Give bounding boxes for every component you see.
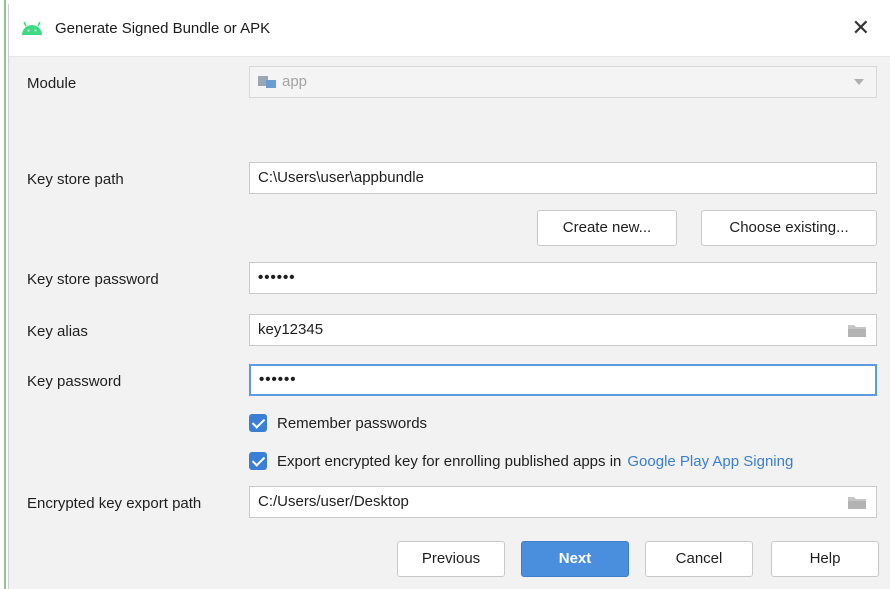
key-store-path-input[interactable]: C:\Users\user\appbundle — [249, 162, 877, 194]
folder-icon[interactable] — [848, 495, 866, 509]
cancel-button[interactable]: Cancel — [645, 541, 753, 577]
choose-existing-button[interactable]: Choose existing... — [701, 210, 877, 246]
next-button[interactable]: Next — [521, 541, 629, 577]
export-path-label: Encrypted key export path — [27, 495, 202, 512]
export-path-input[interactable]: C:/Users/user/Desktop — [249, 486, 877, 518]
dialog-titlebar: Generate Signed Bundle or APK ✕ — [9, 4, 890, 57]
generate-signed-bundle-dialog: Generate Signed Bundle or APK ✕ Module a… — [8, 4, 890, 589]
key-password-value: •••••• — [259, 371, 297, 388]
key-store-path-label: Key store path — [27, 171, 124, 188]
export-encrypted-label: Export encrypted key for enrolling publi… — [277, 453, 622, 470]
key-store-password-value: •••••• — [258, 269, 296, 286]
dialog-title: Generate Signed Bundle or APK — [55, 20, 271, 37]
background-edge — [4, 0, 6, 589]
remember-passwords-checkbox[interactable] — [249, 414, 267, 432]
google-play-app-signing-link[interactable]: Google Play App Signing — [627, 453, 793, 470]
module-value: app — [282, 73, 308, 90]
export-encrypted-row[interactable]: Export encrypted key for enrolling publi… — [249, 452, 793, 470]
chevron-down-icon — [854, 79, 864, 85]
previous-button[interactable]: Previous — [397, 541, 505, 577]
key-password-label: Key password — [27, 373, 122, 390]
key-store-password-label: Key store password — [27, 271, 159, 288]
key-password-input[interactable]: •••••• — [249, 364, 877, 396]
module-label: Module — [27, 75, 77, 92]
remember-passwords-label: Remember passwords — [277, 415, 428, 432]
android-icon — [22, 21, 42, 35]
export-path-value: C:/Users/user/Desktop — [258, 493, 409, 510]
export-encrypted-checkbox[interactable] — [249, 452, 267, 470]
remember-passwords-row[interactable]: Remember passwords — [249, 414, 427, 432]
key-alias-input[interactable]: key12345 — [249, 314, 877, 346]
key-alias-label: Key alias — [27, 323, 88, 340]
close-icon[interactable]: ✕ — [852, 14, 870, 42]
create-new-button[interactable]: Create new... — [537, 210, 677, 246]
key-alias-value: key12345 — [258, 321, 324, 338]
module-icon — [258, 76, 276, 88]
key-store-password-input[interactable]: •••••• — [249, 262, 877, 294]
key-store-path-value: C:\Users\user\appbundle — [258, 169, 424, 186]
folder-icon[interactable] — [848, 323, 866, 337]
help-button[interactable]: Help — [771, 541, 879, 577]
module-select[interactable]: app — [249, 66, 877, 98]
